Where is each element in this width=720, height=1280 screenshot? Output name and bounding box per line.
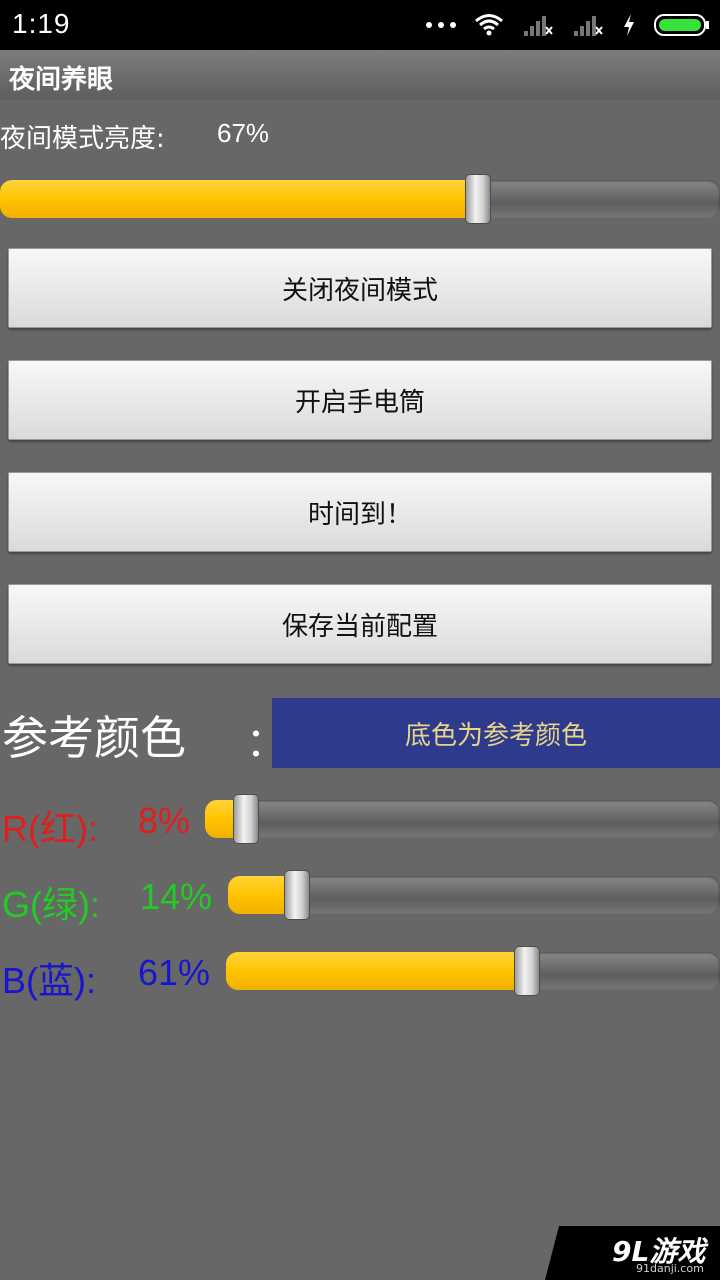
charging-icon	[624, 14, 634, 36]
signal-no-sim-icon	[574, 16, 603, 36]
close-night-mode-button[interactable]: 关闭夜间模式	[8, 248, 712, 328]
green-value: 14%	[140, 876, 213, 917]
green-slider[interactable]	[228, 870, 720, 920]
red-label: R(红):	[2, 808, 98, 849]
blue-slider[interactable]	[226, 946, 720, 996]
watermark-url: 91danji.com	[636, 1262, 704, 1275]
open-flashlight-button[interactable]: 开启手电筒	[8, 360, 712, 440]
red-value: 8%	[138, 800, 191, 841]
green-label: G(绿):	[2, 884, 100, 925]
save-config-button[interactable]: 保存当前配置	[8, 584, 712, 664]
blue-value: 61%	[138, 952, 211, 993]
red-slider-thumb[interactable]	[233, 794, 259, 844]
reference-color-label: 参考颜色	[2, 711, 186, 765]
green-slider-thumb[interactable]	[284, 870, 310, 920]
status-icons	[426, 10, 710, 40]
blue-label: B(蓝):	[2, 960, 96, 1001]
wifi-icon	[475, 14, 503, 36]
brightness-value: 67%	[217, 118, 270, 148]
more-dots-icon	[426, 22, 456, 28]
status-time: 1:19	[12, 8, 71, 39]
signal-no-sim-icon	[524, 16, 553, 36]
blue-slider-fill	[226, 952, 527, 990]
status-bar: 1:19	[0, 0, 720, 50]
brightness-label: 夜间模式亮度:	[0, 124, 165, 154]
time-up-button[interactable]: 时间到！	[8, 472, 712, 552]
red-slider[interactable]	[205, 794, 720, 844]
brightness-slider[interactable]	[0, 174, 720, 224]
blue-slider-thumb[interactable]	[514, 946, 540, 996]
reference-color-swatch: 底色为参考颜色	[272, 698, 720, 768]
title-bar: 夜间养眼	[0, 50, 720, 100]
brightness-slider-fill	[0, 180, 478, 218]
brightness-slider-thumb[interactable]	[465, 174, 491, 224]
battery-icon	[654, 14, 709, 36]
app-title: 夜间养眼	[9, 65, 114, 95]
